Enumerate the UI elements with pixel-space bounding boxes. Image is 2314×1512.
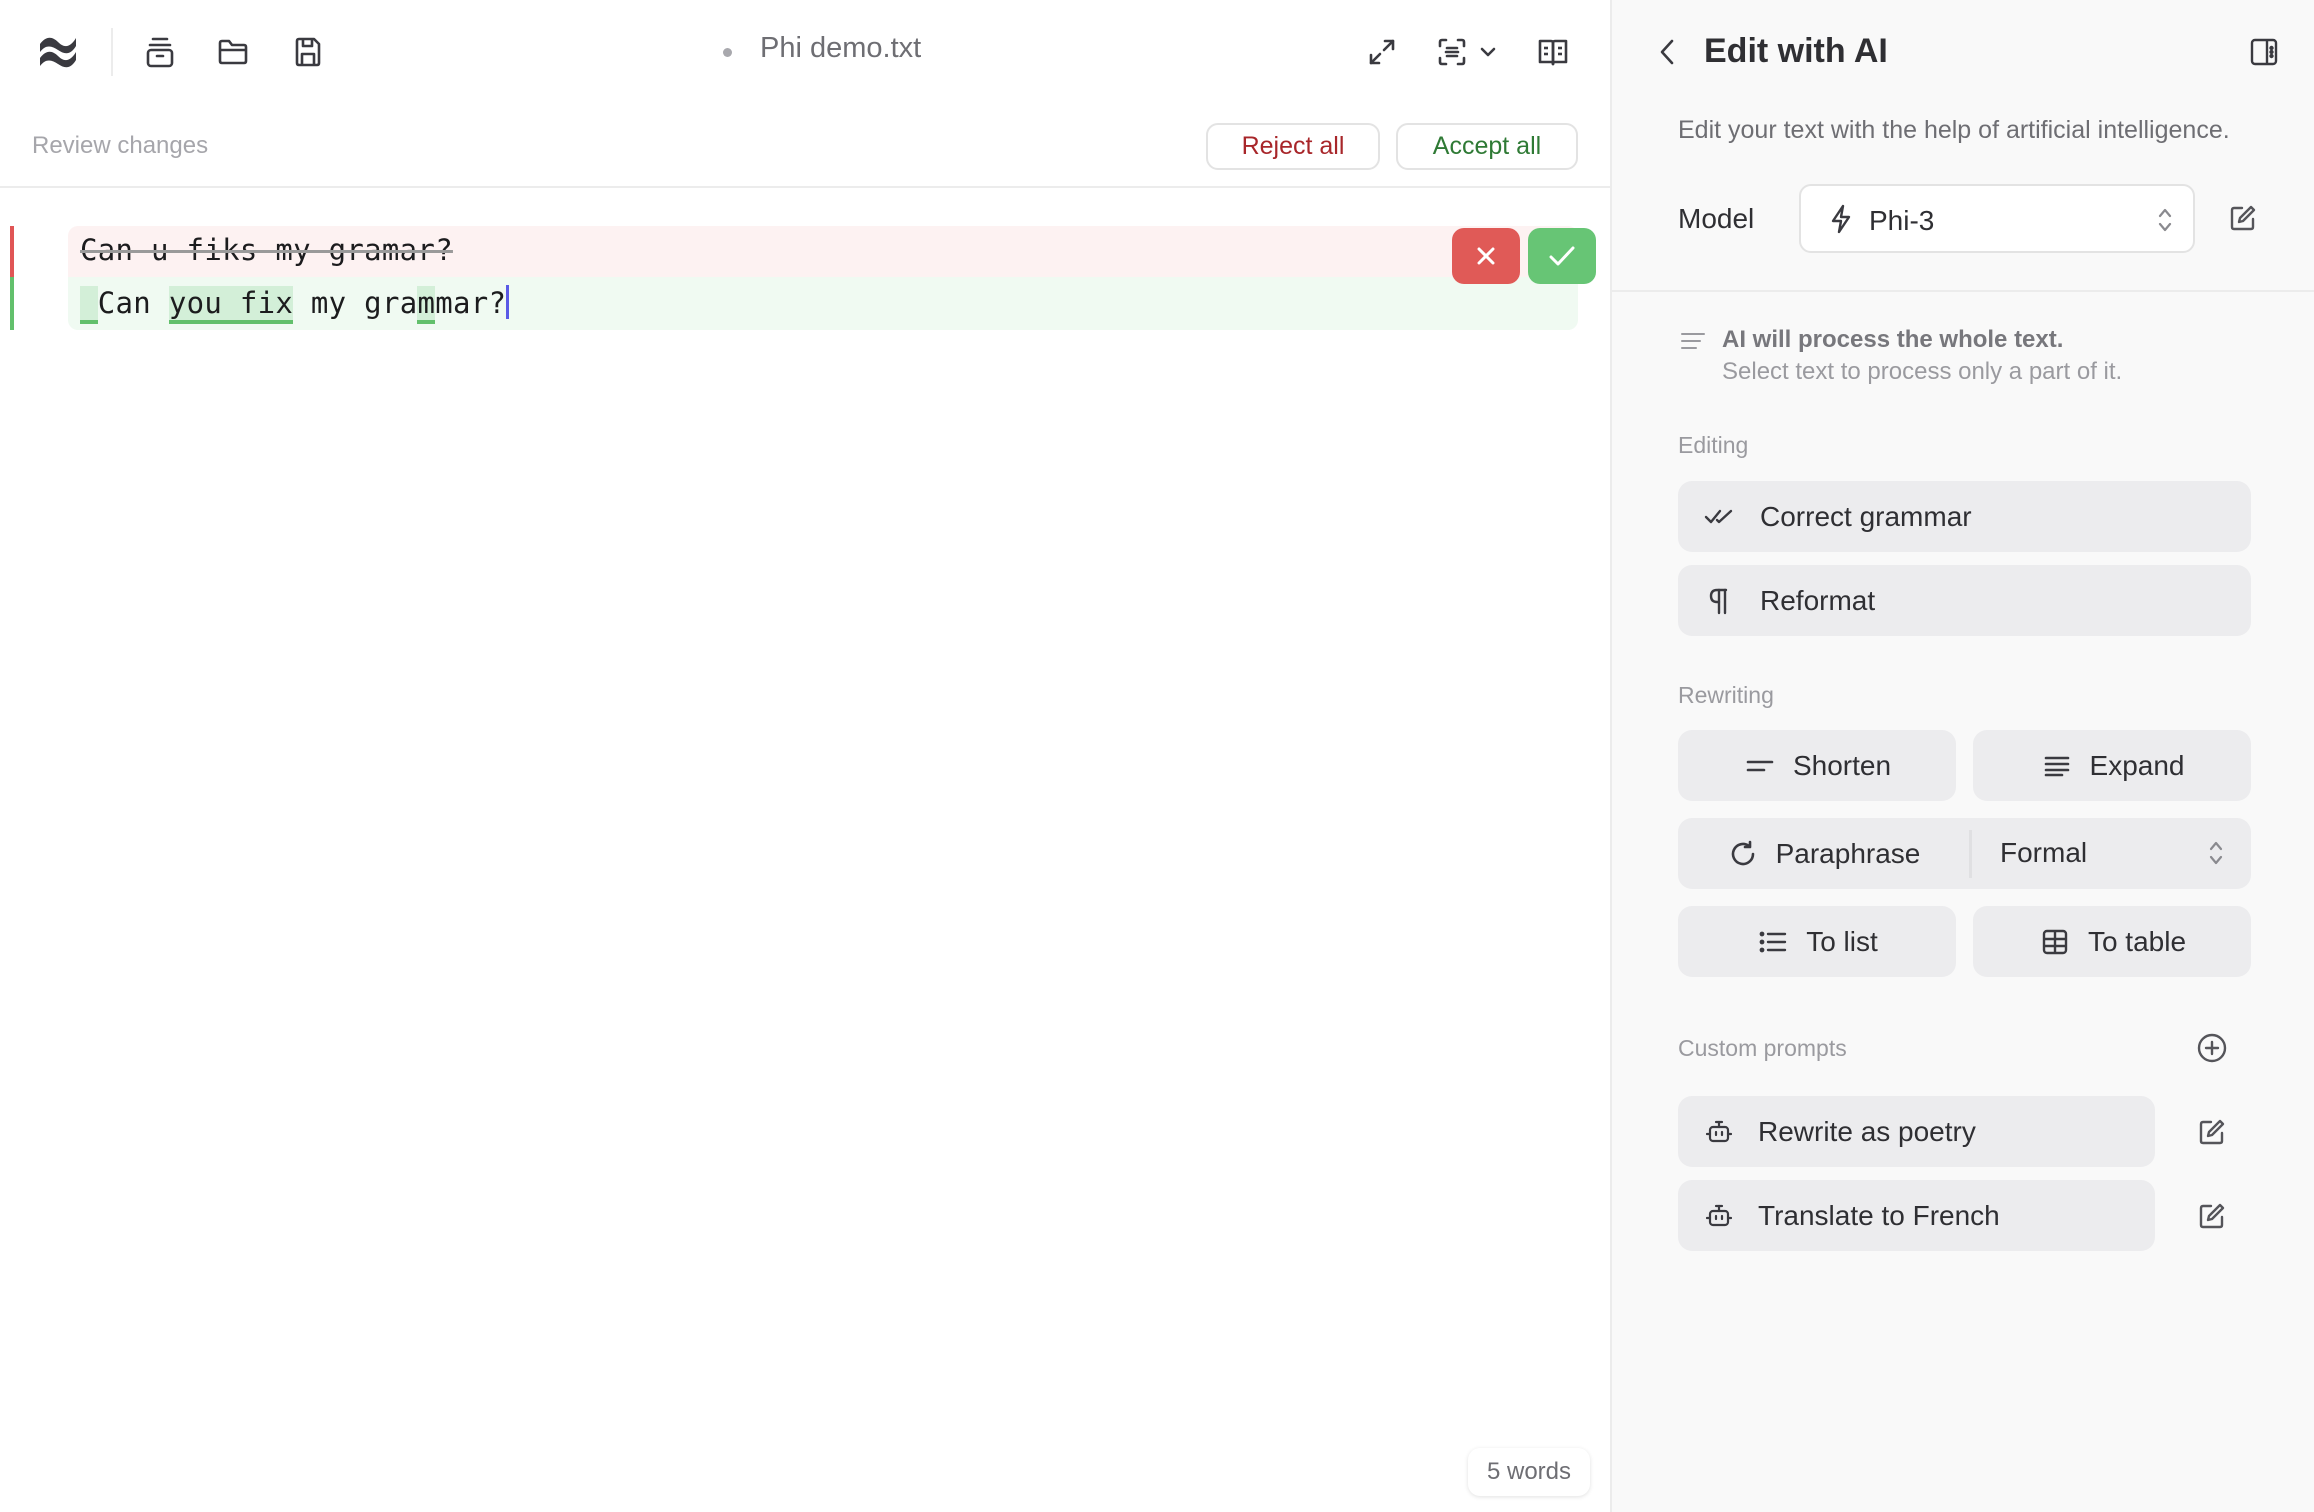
paraphrase-button[interactable]: Paraphrase (1678, 818, 1968, 889)
chevron-down-icon[interactable] (1476, 40, 1500, 64)
wave-logo-icon[interactable] (34, 30, 82, 74)
focus-mode-icon[interactable] (1434, 34, 1470, 70)
shorten-icon (1743, 749, 1777, 783)
word-count-badge: 5 words (1468, 1448, 1590, 1496)
unchanged-text: mar? (435, 286, 507, 320)
chevron-updown-icon (2153, 204, 2177, 236)
expand-icon[interactable] (1364, 34, 1400, 70)
unsaved-indicator (723, 48, 732, 57)
accept-change-button[interactable] (1528, 228, 1596, 284)
sidebar-description: Edit your text with the help of artifici… (1678, 116, 2230, 144)
toggle-sidebar-icon[interactable] (2246, 34, 2282, 70)
paraphrase-label: Paraphrase (1775, 837, 1921, 869)
model-value: Phi-3 (1869, 205, 1935, 236)
model-label: Model (1678, 203, 1755, 234)
deleted-line-text[interactable]: Can u fiks my gramar? (80, 233, 453, 267)
expand-button[interactable]: Expand (1973, 730, 2251, 801)
expand-label: Expand (2089, 749, 2185, 781)
accept-all-button[interactable]: Accept all (1396, 123, 1578, 170)
editing-section-label: Editing (1678, 432, 1749, 458)
save-icon[interactable] (290, 34, 326, 70)
ai-sidebar: Edit with AI Edit your text with the hel… (1610, 0, 2314, 1512)
refresh-icon (1726, 837, 1760, 871)
tone-value: Formal (2000, 837, 2088, 868)
added-line-text[interactable]: Can you fix my grammar? (80, 285, 510, 324)
rewriting-section-label: Rewriting (1678, 682, 1774, 708)
prompt-translate-to-french[interactable]: Translate to French (1678, 1180, 2155, 1251)
sidebar-title: Edit with AI (1704, 32, 1888, 70)
edit-prompt-icon[interactable] (2194, 1114, 2230, 1150)
to-table-button[interactable]: To table (1973, 906, 2251, 977)
sidebar-separator (1612, 290, 2314, 292)
text-cursor (506, 285, 510, 319)
inserted-text: you fix (168, 286, 294, 324)
unchanged-text: Can (97, 286, 169, 320)
correct-grammar-button[interactable]: Correct grammar (1678, 481, 2251, 552)
archive-icon[interactable] (142, 34, 178, 70)
reader-book-icon[interactable] (1534, 34, 1572, 70)
robot-icon (1702, 1096, 1736, 1167)
list-icon (1756, 925, 1790, 959)
add-prompt-icon[interactable] (2194, 1030, 2230, 1066)
edit-prompt-icon[interactable] (2194, 1198, 2230, 1234)
added-line-marker (10, 277, 14, 330)
inserted-text (80, 286, 98, 324)
shorten-label: Shorten (1792, 749, 1892, 781)
correct-grammar-label: Correct grammar (1760, 500, 1972, 532)
tone-select[interactable]: Formal (1972, 818, 2251, 889)
text-lines-icon (1678, 328, 1708, 354)
close-icon (1474, 244, 1498, 268)
edit-model-icon[interactable] (2226, 200, 2260, 236)
reject-change-button[interactable] (1452, 228, 1520, 284)
expand-text-icon (2040, 749, 2074, 783)
toolbar-divider (111, 28, 113, 76)
document-title: Phi demo.txt (760, 32, 922, 64)
to-table-label: To table (2087, 925, 2187, 957)
unchanged-text: my gra (293, 286, 418, 320)
table-icon (2038, 925, 2072, 959)
scope-subtitle: Select text to process only a part of it… (1722, 358, 2123, 385)
robot-icon (1702, 1180, 1736, 1251)
inserted-text: m (417, 286, 436, 324)
deleted-line-marker (10, 226, 14, 277)
folder-icon[interactable] (215, 34, 251, 70)
chevron-updown-icon (2204, 837, 2228, 869)
reformat-button[interactable]: Reformat (1678, 565, 2251, 636)
scope-title: AI will process the whole text. (1722, 326, 2064, 353)
review-changes-label: Review changes (32, 132, 209, 159)
lightning-icon (1825, 202, 1857, 236)
prompt-label: Translate to French (1758, 1199, 2000, 1231)
to-list-button[interactable]: To list (1678, 906, 1956, 977)
double-check-icon (1702, 481, 1736, 552)
reject-all-button[interactable]: Reject all (1206, 123, 1380, 170)
prompt-label: Rewrite as poetry (1758, 1115, 1976, 1147)
prompt-rewrite-as-poetry[interactable]: Rewrite as poetry (1678, 1096, 2155, 1167)
shorten-button[interactable]: Shorten (1678, 730, 1956, 801)
back-chevron-icon[interactable] (1652, 34, 1682, 70)
check-icon (1548, 245, 1576, 267)
pilcrow-icon (1702, 565, 1736, 636)
model-select[interactable]: Phi-3 (1799, 184, 2195, 253)
header-divider (0, 186, 1610, 188)
reformat-label: Reformat (1760, 584, 1876, 616)
editor-pane: Phi demo.txt Review changes Reject all A… (0, 0, 1610, 1512)
paraphrase-control: Paraphrase Formal (1678, 818, 2251, 889)
to-list-label: To list (1806, 925, 1878, 957)
custom-prompts-label: Custom prompts (1678, 1035, 1847, 1061)
